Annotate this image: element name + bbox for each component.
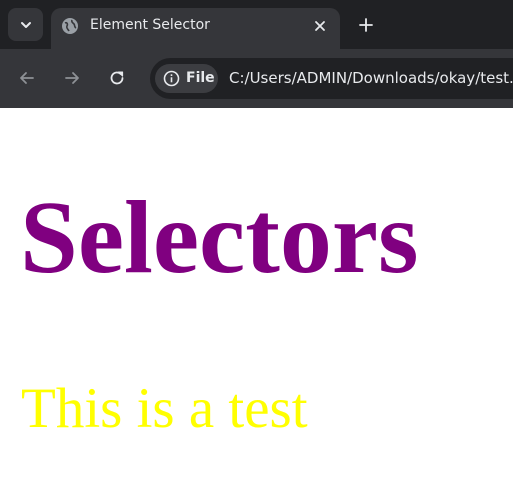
info-icon (163, 70, 180, 87)
globe-icon (62, 18, 78, 34)
close-icon (315, 21, 325, 31)
tab-close-button[interactable] (309, 15, 331, 37)
tab-strip: Element Selector (0, 0, 513, 49)
page-viewport: Selectors This is a test (0, 108, 513, 500)
tab-search-button[interactable] (8, 8, 43, 41)
active-tab[interactable]: Element Selector (51, 8, 340, 49)
toolbar: File C:/Users/ADMIN/Downloads/okay/test.… (0, 49, 513, 108)
plus-icon (359, 18, 373, 32)
chevron-down-icon (20, 21, 31, 28)
site-info-chip[interactable]: File (155, 64, 218, 93)
reload-icon (110, 71, 124, 85)
page-heading: Selectors (20, 180, 419, 295)
back-button[interactable] (15, 66, 39, 90)
page-paragraph: This is a test (21, 377, 308, 440)
tab-title: Element Selector (90, 17, 210, 33)
reload-button[interactable] (105, 66, 129, 90)
address-bar[interactable]: File C:/Users/ADMIN/Downloads/okay/test.… (150, 58, 513, 99)
browser-window: Element Selector File C:/Users/ADMIN/Dow… (0, 0, 513, 500)
site-info-label: File (186, 70, 215, 86)
new-tab-button[interactable] (354, 13, 378, 37)
url-text[interactable]: C:/Users/ADMIN/Downloads/okay/test.html (229, 69, 513, 88)
arrow-left-icon (20, 72, 34, 84)
arrow-right-icon (65, 72, 79, 84)
forward-button[interactable] (60, 66, 84, 90)
